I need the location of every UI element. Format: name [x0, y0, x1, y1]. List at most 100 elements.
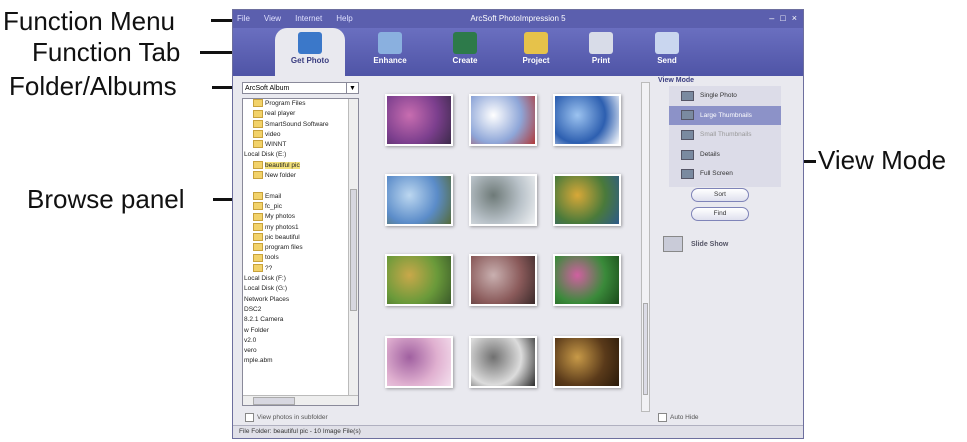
tab-enhance[interactable]: Enhance: [355, 32, 425, 65]
tab-send[interactable]: Send: [632, 32, 702, 65]
tab-print[interactable]: Print: [566, 32, 636, 65]
browse-vscrollbar[interactable]: [641, 82, 650, 412]
folder-tree[interactable]: Program Files real player SmartSound Softw…: [242, 98, 359, 406]
maximize-button[interactable]: □: [780, 13, 785, 23]
tree-item-label: beautiful pic: [265, 161, 300, 169]
full-screen-icon: [681, 169, 694, 180]
sort-button[interactable]: Sort: [691, 188, 749, 202]
tab-label: Enhance: [373, 56, 407, 65]
tree-item[interactable]: my photos1: [243, 222, 358, 233]
folder-icon: [253, 233, 263, 242]
photo-thumbnail[interactable]: [469, 254, 537, 306]
scroll-thumb[interactable]: [643, 303, 648, 395]
tree-item[interactable]: New folder: [243, 171, 358, 181]
folder-icon: [253, 264, 263, 273]
find-button[interactable]: Find: [691, 207, 749, 221]
tree-item-label: real player: [265, 110, 296, 118]
view-subfolder-checkbox[interactable]: View photos in subfolder: [245, 413, 328, 422]
tree-item-label: Program Files: [265, 100, 306, 107]
close-button[interactable]: ×: [792, 13, 797, 23]
folder-icon: [253, 253, 263, 262]
function-tab-bar: Get Photo Enhance Create Project Print S…: [233, 28, 803, 80]
tree-item[interactable]: DSC2: [243, 305, 358, 315]
tab-project[interactable]: Project: [501, 32, 571, 65]
tree-item[interactable]: vero: [243, 346, 358, 356]
checkbox-box[interactable]: [245, 413, 254, 422]
large-thumbnails-icon: [681, 110, 694, 121]
slide-show-button[interactable]: Slide Show: [663, 236, 728, 252]
tree-item[interactable]: SmartSound Software: [243, 119, 358, 130]
tree-item[interactable]: Program Files: [243, 99, 358, 109]
photo-thumbnail[interactable]: [469, 94, 537, 146]
view-mode-item[interactable]: Single Photo: [669, 86, 781, 106]
tree-item[interactable]: 8.2.1 Camera: [243, 315, 358, 325]
folder-icon: [253, 212, 263, 221]
tab-create[interactable]: Create: [430, 32, 500, 65]
photo-thumbnail[interactable]: [553, 254, 621, 306]
view-mode-item[interactable]: Small Thumbnails: [669, 125, 781, 145]
auto-hide-checkbox[interactable]: Auto Hide: [658, 413, 699, 422]
view-mode-item[interactable]: Details: [669, 145, 781, 165]
tree-item[interactable]: beautiful pic: [243, 161, 358, 171]
photo-thumbnail[interactable]: [385, 336, 453, 388]
tree-item[interactable]: [243, 181, 358, 191]
tree-item[interactable]: My photos: [243, 212, 358, 222]
photo-thumbnail[interactable]: [469, 336, 537, 388]
tree-item[interactable]: ??: [243, 264, 358, 274]
view-mode-label: Details: [700, 150, 720, 158]
photo-thumbnail[interactable]: [553, 174, 621, 226]
photo-thumbnail[interactable]: [553, 94, 621, 146]
view-mode-item[interactable]: Large Thumbnails: [669, 105, 781, 126]
tree-item[interactable]: pic beautiful: [243, 233, 358, 243]
tree-item-label: w Folder: [244, 326, 269, 334]
callout-browse-panel: Browse panel: [27, 184, 185, 214]
tree-item[interactable]: real player: [243, 109, 358, 119]
tab-get-photo[interactable]: Get Photo: [275, 28, 345, 80]
tab-label: Send: [657, 56, 677, 65]
tree-item-label: fc_pic: [265, 202, 282, 210]
tree-item[interactable]: tools: [243, 253, 358, 263]
tree-item[interactable]: Local Disk (F:): [243, 274, 358, 284]
folder-tree-vscrollbar[interactable]: [348, 99, 358, 396]
folder-icon: [253, 99, 263, 108]
tree-item-label: 8.2.1 Camera: [244, 316, 284, 324]
scroll-thumb[interactable]: [350, 189, 357, 311]
tree-item-label: New folder: [265, 172, 297, 180]
tree-item[interactable]: program files: [243, 243, 358, 253]
tree-item[interactable]: Email: [243, 191, 358, 202]
tree-item[interactable]: w Folder: [243, 326, 358, 336]
album-select[interactable]: ArcSoft Album ▼: [242, 82, 359, 94]
tree-item[interactable]: fc_pic: [243, 202, 358, 212]
tree-item[interactable]: v2.0: [243, 336, 358, 346]
callout-function-tab: Function Tab: [32, 37, 181, 67]
photo-thumbnail[interactable]: [385, 174, 453, 226]
photo-image: [555, 256, 619, 304]
tree-item[interactable]: mple.abm: [243, 356, 358, 366]
photo-thumbnail[interactable]: [385, 254, 453, 306]
photo-thumbnail[interactable]: [385, 94, 453, 146]
folder-tree-hscrollbar[interactable]: [243, 395, 358, 405]
photo-thumbnail[interactable]: [469, 174, 537, 226]
folder-icon: [253, 119, 263, 128]
photo-thumbnail[interactable]: [553, 336, 621, 388]
send-icon: [655, 32, 679, 54]
checkbox-box[interactable]: [658, 413, 667, 422]
tree-item[interactable]: Network Places: [243, 295, 358, 305]
tree-item-label: SmartSound Software: [265, 120, 329, 128]
window-controls: – □ ×: [769, 13, 797, 23]
view-mode-item[interactable]: Full Screen: [669, 164, 781, 184]
tree-item[interactable]: Local Disk (G:): [243, 284, 358, 294]
tree-item[interactable]: Local Disk (E:): [243, 150, 358, 160]
tab-label: Get Photo: [290, 56, 330, 65]
scroll-thumb[interactable]: [253, 397, 295, 405]
tree-item[interactable]: WINNT: [243, 140, 358, 150]
tree-item[interactable]: video: [243, 130, 358, 140]
photo-image: [471, 96, 535, 144]
chevron-down-icon[interactable]: ▼: [346, 83, 358, 93]
tree-item-label: ??: [265, 264, 273, 272]
minimize-button[interactable]: –: [769, 13, 774, 23]
tab-label: Print: [591, 56, 611, 65]
photo-image: [555, 96, 619, 144]
photo-image: [555, 176, 619, 224]
photo-image: [471, 338, 535, 386]
